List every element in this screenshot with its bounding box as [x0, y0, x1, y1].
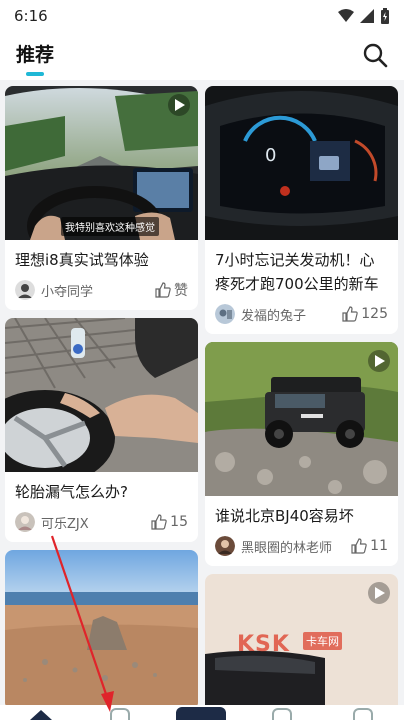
card-thumbnail — [5, 318, 198, 472]
author-name[interactable]: 小夺同学 — [41, 281, 155, 300]
card-title: 7小时忘记关发动机！心疼死才跑700公里的新车 — [215, 251, 379, 293]
thumbs-up-icon — [155, 282, 171, 298]
status-icons — [338, 8, 390, 24]
thumbs-up-icon — [151, 514, 167, 530]
feed-card[interactable]: 0 7小时忘记关发动机！心疼死才跑700公里的新车 发福的兔子 125 — [205, 86, 398, 334]
avatar[interactable] — [15, 512, 35, 532]
home-icon[interactable] — [30, 709, 52, 720]
bottom-nav — [0, 705, 404, 720]
author-name[interactable]: 可乐ZJX — [41, 513, 151, 532]
card-thumbnail: KSK 卡车网 — [205, 574, 398, 705]
beach-image — [5, 550, 198, 705]
community-icon[interactable] — [110, 708, 130, 720]
feed-card[interactable]: 我特别喜欢这种感觉 理想i8真实试驾体验 小夺同学 赞 — [5, 86, 198, 310]
feed-card[interactable] — [5, 550, 198, 705]
card-title: 理想i8真实试驾体验 — [15, 251, 149, 269]
top-header: 推荐 — [0, 32, 404, 80]
avatar[interactable] — [215, 304, 235, 324]
like-button[interactable]: 赞 — [155, 280, 188, 300]
like-button[interactable]: 11 — [351, 538, 388, 554]
dashboard-image: 0 — [205, 86, 398, 240]
profile-icon[interactable] — [353, 708, 373, 720]
avatar[interactable] — [215, 536, 235, 556]
watermark-subtitle: 卡车网 — [303, 632, 342, 650]
feed-column-right: 0 7小时忘记关发动机！心疼死才跑700公里的新车 发福的兔子 125 谁说北京… — [205, 86, 398, 705]
card-thumbnail: 我特别喜欢这种感觉 — [5, 86, 198, 240]
thumbs-up-icon — [342, 306, 358, 322]
wifi-icon — [338, 9, 354, 22]
card-thumbnail — [205, 342, 398, 496]
like-count: 11 — [370, 538, 388, 554]
card-meta: 小夺同学 赞 — [5, 272, 198, 310]
like-count: 125 — [361, 306, 388, 322]
tab-active-indicator — [26, 72, 44, 76]
status-time: 6:16 — [14, 7, 48, 25]
nav-center-button[interactable] — [176, 707, 226, 720]
feed-card[interactable]: 轮胎漏气怎么办? 可乐ZJX 15 — [5, 318, 198, 542]
author-name[interactable]: 发福的兔子 — [241, 305, 342, 324]
thumbs-up-icon — [351, 538, 367, 554]
message-icon[interactable] — [272, 708, 292, 720]
video-play-icon — [168, 94, 190, 116]
video-caption: 我特别喜欢这种感觉 — [61, 217, 159, 236]
search-icon[interactable] — [362, 42, 388, 68]
card-thumbnail — [5, 550, 198, 705]
feed-column-left: 我特别喜欢这种感觉 理想i8真实试驾体验 小夺同学 赞 轮胎漏气怎么办? 可乐Z… — [5, 86, 198, 705]
card-meta: 可乐ZJX 15 — [5, 504, 198, 542]
author-name[interactable]: 黑眼圈的林老师 — [241, 537, 351, 556]
tab-recommend[interactable]: 推荐 — [16, 40, 54, 67]
like-button[interactable]: 15 — [151, 514, 188, 530]
card-title: 轮胎漏气怎么办? — [15, 483, 128, 501]
tire-image — [5, 318, 198, 472]
signal-icon — [360, 9, 374, 23]
card-meta: 发福的兔子 125 — [205, 296, 398, 334]
battery-icon — [381, 8, 389, 24]
svg-text:0: 0 — [265, 145, 276, 166]
like-count: 赞 — [174, 283, 188, 299]
status-bar: 6:16 — [0, 0, 404, 32]
feed-card[interactable]: 谁说北京BJ40容易坏 黑眼圈的林老师 11 — [205, 342, 398, 566]
avatar[interactable] — [15, 280, 35, 300]
card-title: 谁说北京BJ40容易坏 — [215, 507, 354, 525]
card-meta: 黑眼圈的林老师 11 — [205, 528, 398, 566]
like-count: 15 — [170, 514, 188, 530]
video-play-icon — [368, 582, 390, 604]
like-button[interactable]: 125 — [342, 306, 388, 322]
watermark-logo: KSK — [237, 632, 290, 657]
feed-card[interactable]: KSK 卡车网 — [205, 574, 398, 705]
card-thumbnail: 0 — [205, 86, 398, 240]
video-play-icon — [368, 350, 390, 372]
feed[interactable]: 我特别喜欢这种感觉 理想i8真实试驾体验 小夺同学 赞 轮胎漏气怎么办? 可乐Z… — [0, 80, 404, 705]
